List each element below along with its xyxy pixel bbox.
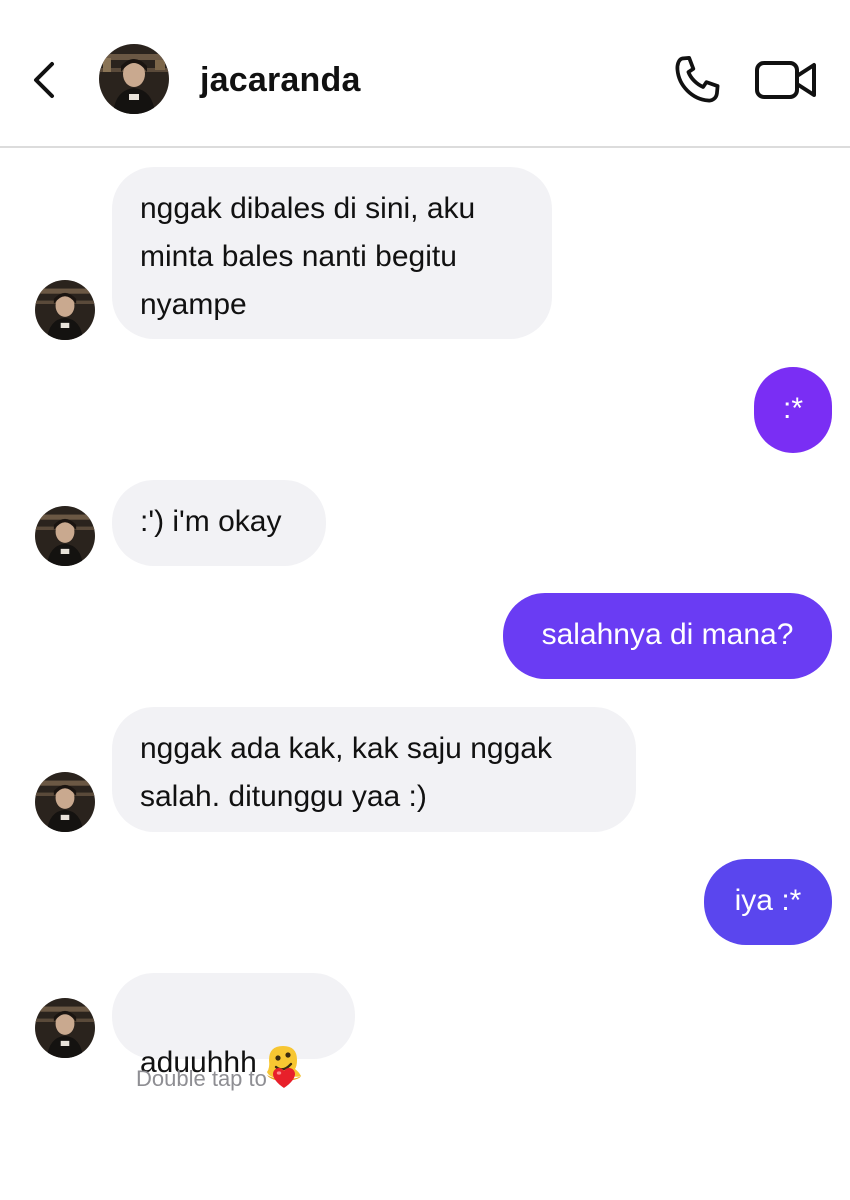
back-button[interactable] [28,56,64,104]
hint-text: Double tap to [136,1066,267,1091]
sender-avatar[interactable] [35,772,95,832]
chat-header: jacaranda [0,0,850,148]
incoming-message[interactable]: aduuhhh [112,973,355,1081]
avatar-photo-icon [35,280,95,340]
video-camera-icon [755,61,816,99]
heart-icon [271,1066,297,1098]
voice-call-button[interactable] [670,52,726,108]
outgoing-message[interactable]: salahnya di mana? [503,593,832,679]
incoming-message[interactable]: nggak dibales di sini, aku minta bales n… [112,167,552,339]
avatar-photo-icon [99,44,169,114]
sender-avatar[interactable] [35,280,95,340]
sender-avatar[interactable] [35,998,95,1058]
sender-avatar[interactable] [35,506,95,566]
avatar-photo-icon [35,506,95,566]
contact-name[interactable]: jacaranda [200,58,361,102]
double-tap-hint: Double tap to [136,1064,297,1098]
avatar-photo-icon [35,772,95,832]
incoming-message[interactable]: nggak ada kak, kak saju nggak salah. dit… [112,707,636,832]
contact-avatar[interactable] [99,44,169,114]
video-call-button[interactable] [754,56,818,104]
incoming-message[interactable]: :') i'm okay [112,480,326,566]
chevron-left-icon [34,62,54,98]
phone-icon [675,55,720,103]
avatar-photo-icon [35,998,95,1058]
outgoing-message[interactable]: iya :* [704,859,832,945]
outgoing-message[interactable]: :* [754,367,832,453]
